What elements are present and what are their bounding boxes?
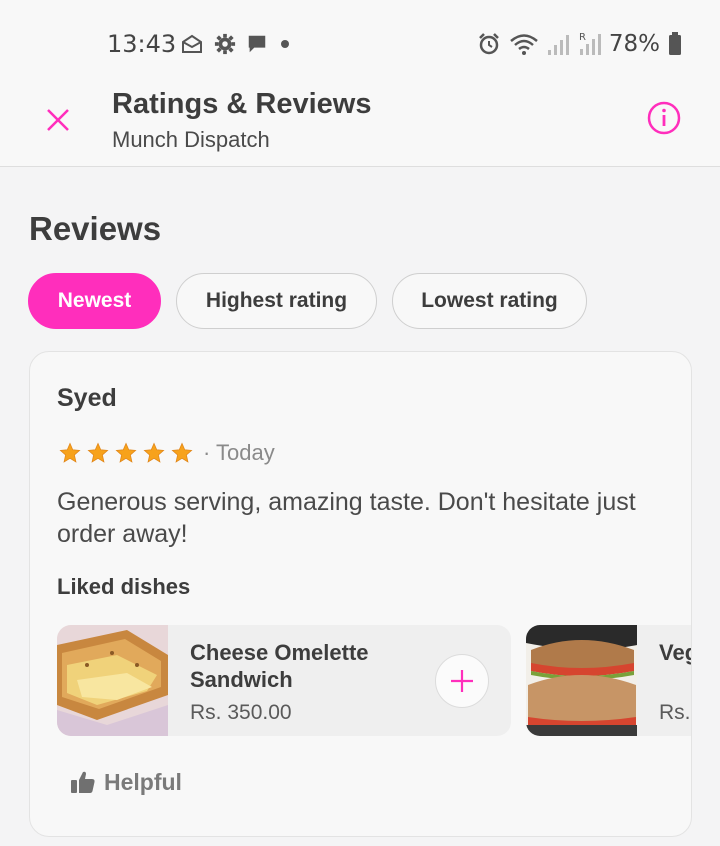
add-dish-button[interactable] [435, 654, 489, 708]
gear-icon [214, 33, 236, 55]
thumbs-up-icon [71, 771, 95, 793]
dish-price: Rs. 350.00 [190, 701, 292, 724]
chat-icon [248, 35, 266, 53]
section-title: Reviews [29, 210, 162, 247]
star-icon [87, 442, 109, 463]
dish-image [57, 625, 168, 736]
filter-chip-newest[interactable]: Newest [28, 273, 161, 329]
dish-price: Rs. [659, 701, 691, 724]
star-icon [115, 442, 137, 463]
status-time: 13:43 [107, 30, 177, 58]
filter-chip-highest-rating[interactable]: Highest rating [176, 273, 377, 329]
signal-roaming-icon: R [579, 32, 601, 55]
filter-chip-lowest-rating[interactable]: Lowest rating [392, 273, 587, 329]
wifi-icon [510, 34, 538, 55]
dish-name: Veg Sandwich [659, 640, 691, 665]
status-system-icons: R 78% [477, 30, 682, 58]
helpful-button[interactable]: Helpful [70, 764, 182, 800]
liked-dishes-label: Liked dishes [57, 574, 191, 599]
app-header: Ratings & Reviews Munch Dispatch [0, 86, 720, 167]
mail-open-icon [182, 34, 202, 53]
battery-percentage: 78% [608, 31, 660, 57]
liked-dish-card[interactable]: Cheese Omelette Sandwich Rs. 350.00 [57, 625, 511, 736]
close-button[interactable] [38, 100, 78, 140]
dish-name: Cheese Omelette Sandwich [190, 640, 369, 692]
alarm-icon [478, 33, 499, 55]
star-icon [171, 442, 193, 463]
reviewer-name: Syed [57, 384, 117, 412]
helpful-label: Helpful [104, 768, 182, 795]
info-icon [647, 101, 681, 135]
svg-text:R: R [579, 32, 586, 43]
star-icon [59, 442, 81, 463]
dish-image [526, 625, 637, 736]
signal-icon [547, 35, 569, 55]
review-card: Syed · Today Generous serving, amazing t… [29, 351, 692, 837]
dot-icon [281, 40, 289, 48]
plus-icon [451, 670, 473, 692]
restaurant-name: Munch Dispatch [112, 127, 270, 152]
liked-dish-card[interactable]: Veg Sandwich Rs. [526, 625, 691, 736]
status-notification-icons [180, 30, 292, 58]
status-bar: 13:43 R 78% [0, 0, 720, 86]
info-button[interactable] [646, 100, 682, 136]
page-title: Ratings & Reviews [112, 88, 372, 120]
rating-row: · Today [59, 440, 275, 466]
battery-icon [669, 32, 681, 55]
close-icon [47, 109, 69, 131]
review-filter-chips: Newest Highest rating Lowest rating [28, 273, 587, 329]
review-date: · Today [203, 440, 275, 465]
star-icon [143, 442, 165, 463]
review-text: Generous serving, amazing taste. Don't h… [57, 488, 636, 548]
